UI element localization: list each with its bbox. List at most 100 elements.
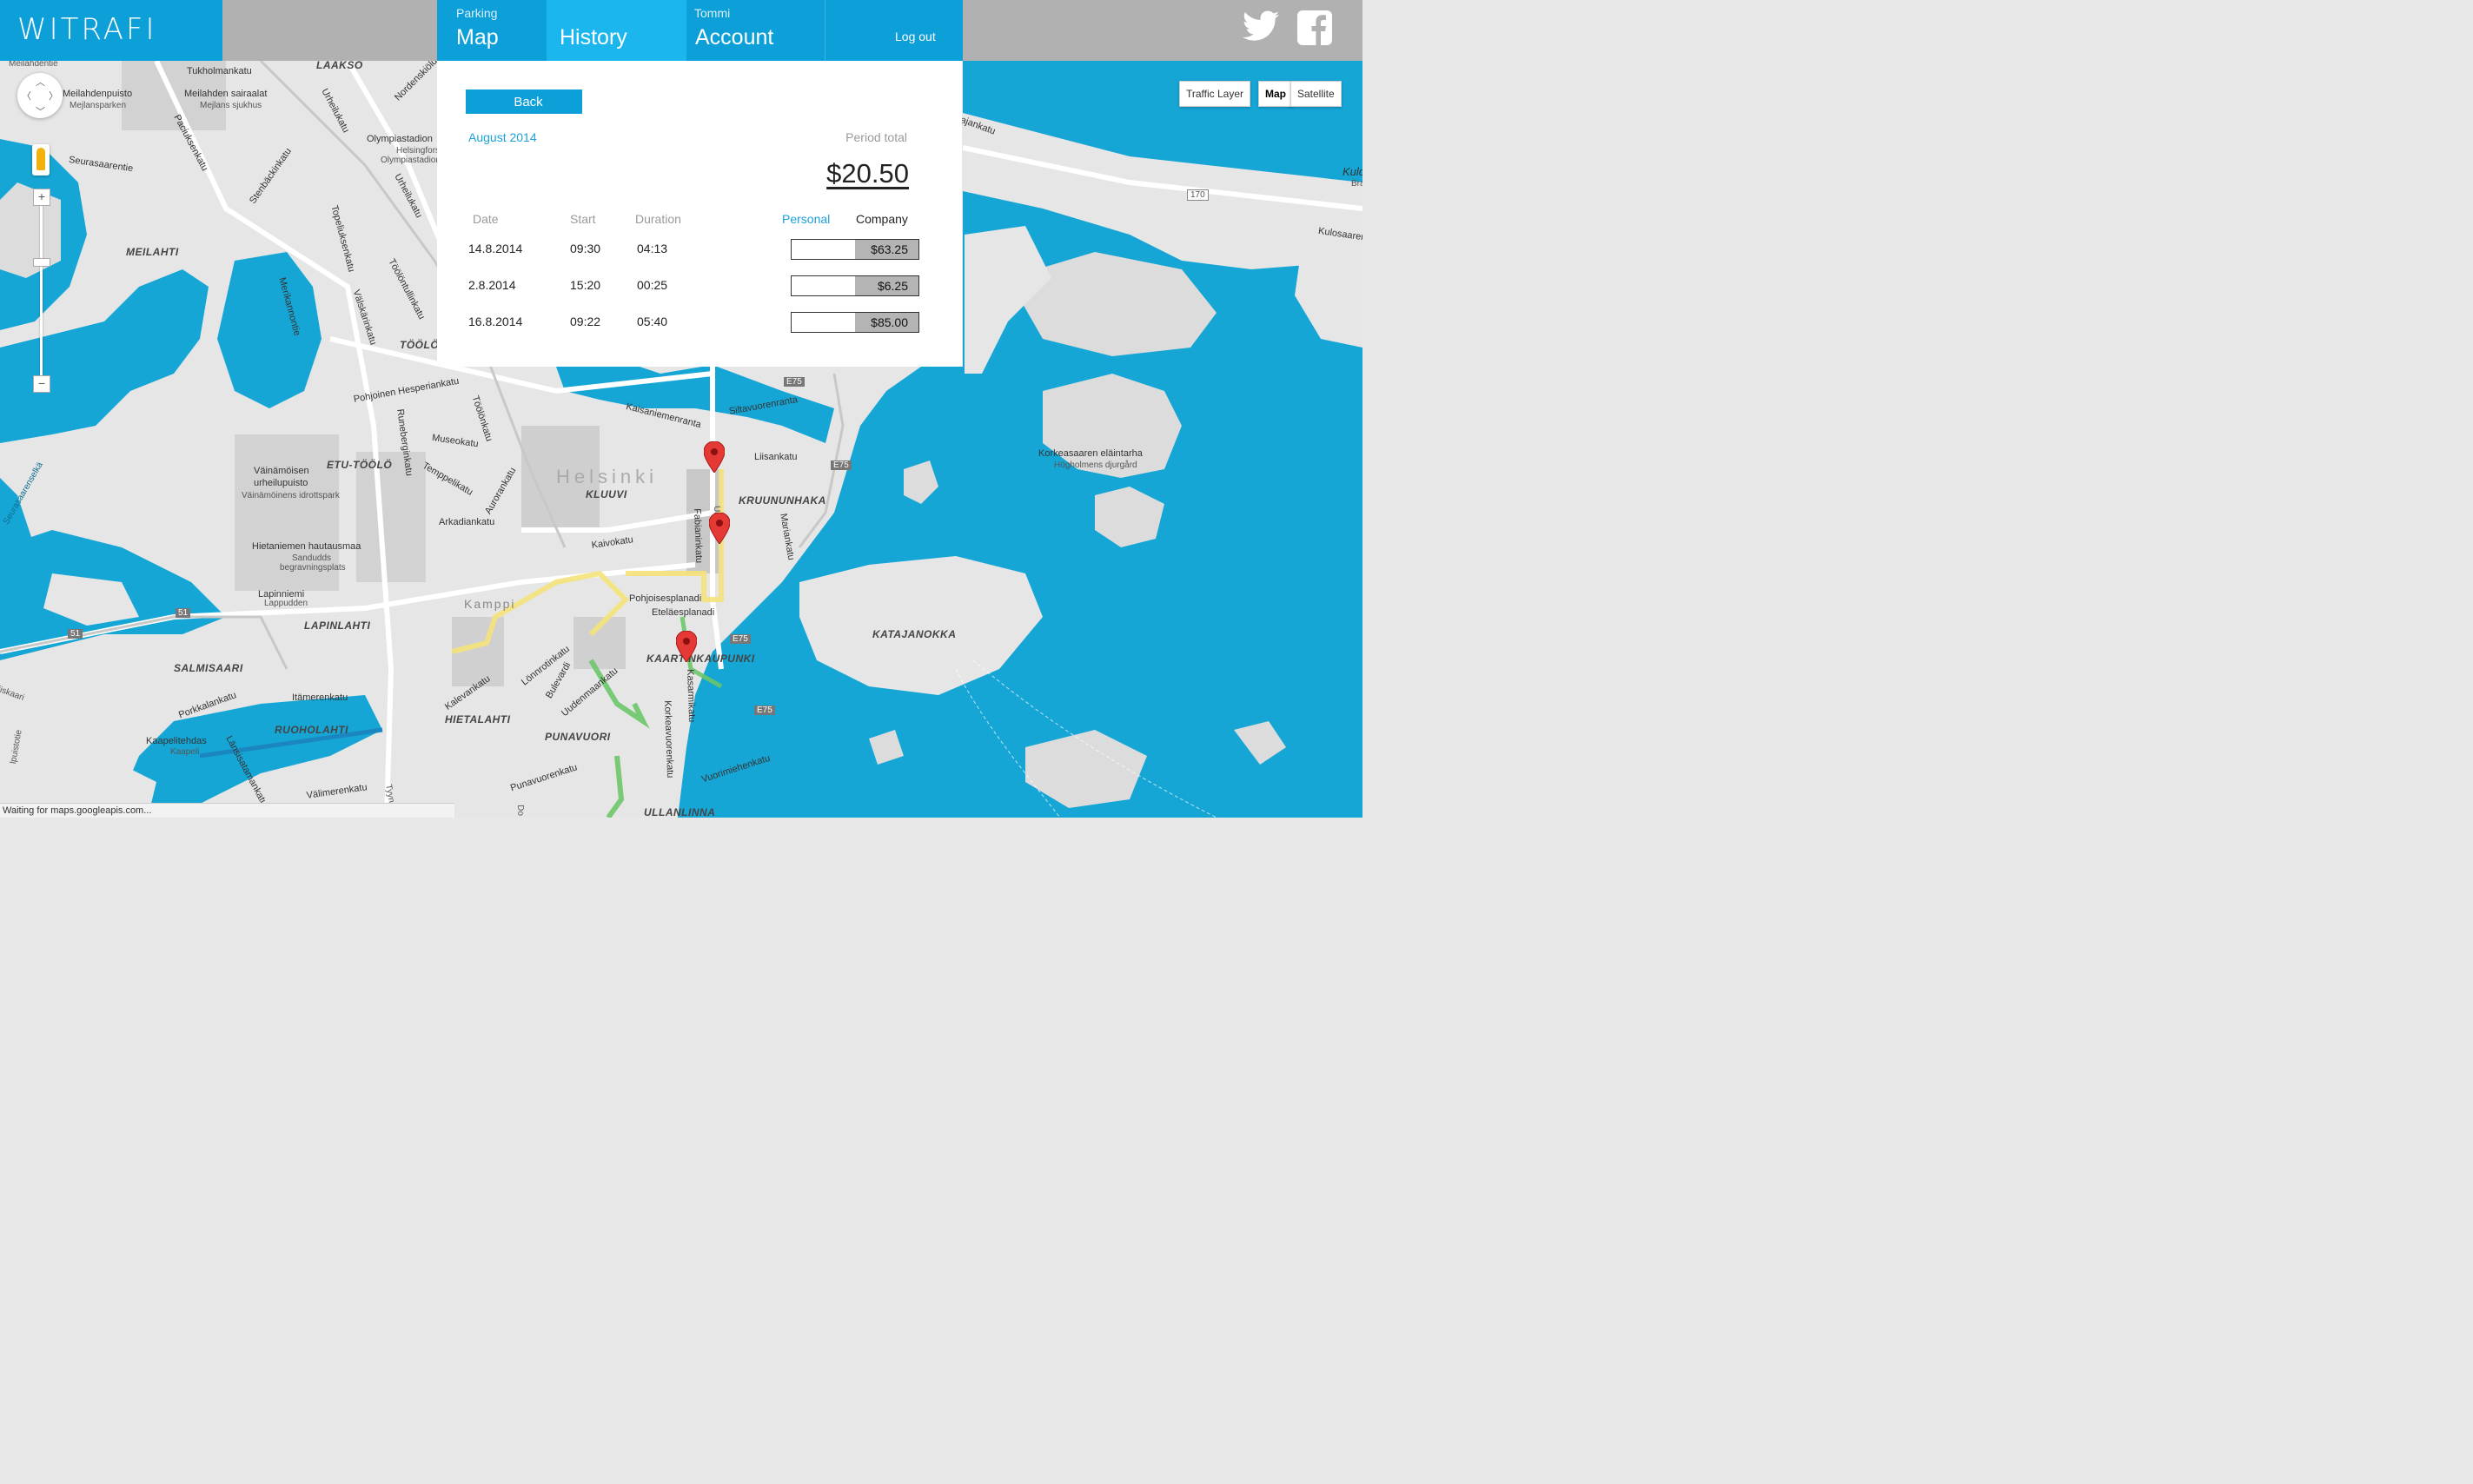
- column-header-company[interactable]: Company: [856, 212, 908, 226]
- nav-history-tab[interactable]: History: [547, 0, 686, 61]
- map-label: LAPINLAHTI: [304, 619, 371, 632]
- personal-company-toggle[interactable]: $85.00: [791, 312, 919, 333]
- map-label: KAARTINKAUPUNKI: [646, 653, 755, 665]
- row-start: 09:22: [570, 315, 601, 328]
- map-label: Kamppi: [464, 597, 516, 611]
- map-label: Lappudden: [264, 599, 308, 608]
- map-label: Bra: [1351, 179, 1362, 189]
- personal-company-toggle[interactable]: $63.25: [791, 239, 919, 260]
- map-label: 51: [68, 629, 83, 639]
- map-label: ULLANLINNA: [644, 806, 716, 818]
- status-bar: Waiting for maps.googleapis.com...: [0, 803, 454, 818]
- logout-label: Log out: [895, 30, 936, 43]
- map-label: Kasarmikatu: [685, 669, 698, 723]
- row-start: 09:30: [570, 242, 601, 255]
- street-view-pegman-icon[interactable]: [32, 144, 50, 176]
- nav-account-label: Account: [695, 25, 774, 50]
- column-header-start: Start: [570, 212, 596, 226]
- column-header-date: Date: [473, 212, 499, 226]
- map-marker-icon[interactable]: [676, 631, 697, 662]
- map-label: ETU-TÖÖLÖ: [327, 459, 393, 471]
- twitter-icon[interactable]: [1243, 10, 1279, 42]
- map-label: 170: [1187, 189, 1209, 201]
- map-label: Väinämöinens idrottspark: [242, 491, 340, 500]
- map-label: Do: [515, 805, 526, 817]
- map-marker-icon[interactable]: [704, 441, 725, 473]
- map-label: Fabianinkatu: [692, 508, 705, 564]
- map-label: HIETALAHTI: [445, 713, 511, 725]
- row-date: 14.8.2014: [468, 242, 523, 255]
- map-label: Väinämöisen: [254, 466, 309, 476]
- map-label: Arkadiankatu: [439, 517, 495, 527]
- map-label: KRUUNUNHAKA: [739, 494, 826, 507]
- map-label: E75: [730, 634, 751, 644]
- map-label: 51: [176, 608, 191, 618]
- map-label: Mejlans sjukhus: [200, 101, 262, 110]
- pan-right-icon[interactable]: 〉: [49, 89, 58, 103]
- map-label: Meilahdentie: [9, 61, 58, 69]
- map-marker-icon[interactable]: [709, 513, 730, 544]
- period-total-label: Period total: [845, 130, 907, 144]
- map-label: Helsingfors: [396, 146, 441, 156]
- row-date: 2.8.2014: [468, 278, 516, 292]
- row-amount: $85.00: [855, 313, 918, 332]
- map-label: KLUUVI: [586, 488, 627, 500]
- column-header-personal[interactable]: Personal: [782, 212, 830, 226]
- map-label: E75: [754, 706, 775, 715]
- facebook-icon[interactable]: [1297, 10, 1332, 45]
- logo[interactable]: WITRAFI: [0, 0, 222, 61]
- pan-down-icon[interactable]: ﹀: [36, 104, 45, 118]
- map-label: Mejlansparken: [70, 101, 127, 110]
- zoom-slider-handle[interactable]: [33, 258, 50, 267]
- map-label: Pohjoisesplanadi: [629, 593, 702, 604]
- map-label: LAAKSO: [316, 61, 363, 71]
- row-amount: $63.25: [855, 240, 918, 259]
- map-label: SALMISAARI: [174, 662, 243, 674]
- logout-button[interactable]: Log out: [825, 0, 963, 61]
- nav-account-tab[interactable]: Tommi Account: [686, 0, 825, 61]
- pan-left-icon[interactable]: 〈: [22, 89, 31, 103]
- map-label: E75: [831, 460, 852, 470]
- personal-company-toggle[interactable]: $6.25: [791, 275, 919, 296]
- zoom-in-button[interactable]: +: [33, 189, 50, 206]
- table-row: 14.8.2014 09:30 04:13 $63.25: [437, 237, 962, 262]
- nav-account-sublabel: Tommi: [694, 6, 731, 20]
- map-label: KATAJANOKKA: [872, 628, 957, 640]
- map-label: Sandudds: [292, 553, 332, 563]
- row-start: 15:20: [570, 278, 601, 292]
- row-date: 16.8.2014: [468, 315, 523, 328]
- history-panel: Back August 2014 Period total $20.50 Dat…: [437, 61, 962, 367]
- nav-history-label: History: [560, 25, 627, 50]
- map-label: RUOHOLAHTI: [275, 724, 348, 736]
- nav-map-sublabel: Parking: [456, 6, 498, 20]
- zoom-out-button[interactable]: −: [33, 375, 50, 393]
- map-label: PUNAVUORI: [545, 731, 611, 743]
- map-label: Olympiastadion: [381, 156, 441, 165]
- back-button[interactable]: Back: [466, 89, 582, 114]
- row-duration: 04:13: [637, 242, 668, 255]
- row-amount: $6.25: [855, 276, 918, 295]
- period-total-value: $20.50: [826, 158, 909, 189]
- table-row: 2.8.2014 15:20 00:25 $6.25: [437, 274, 962, 298]
- period-selector[interactable]: August 2014: [468, 130, 537, 144]
- nav-map-tab[interactable]: Parking Map: [437, 0, 547, 61]
- map-label: urheilupuisto: [254, 478, 308, 488]
- map-label: Hietaniemen hautausmaa: [252, 541, 361, 552]
- map-label: Itämerenkatu: [292, 692, 348, 703]
- map-label: Kaapeli: [170, 747, 200, 757]
- pan-control[interactable]: ︿ ﹀ 〈 〉: [17, 73, 63, 118]
- nav-map-label: Map: [456, 25, 499, 50]
- map-type-map-button[interactable]: Map: [1258, 81, 1293, 107]
- map-label: Kulo: [1343, 165, 1362, 178]
- map-type-satellite-button[interactable]: Satellite: [1290, 81, 1342, 107]
- logo-text: WITRAFI: [17, 12, 157, 47]
- table-row: 16.8.2014 09:22 05:40 $85.00: [437, 310, 962, 335]
- zoom-slider-track[interactable]: [40, 196, 43, 388]
- map-label: Tukholmankatu: [187, 66, 252, 76]
- map-label: Liisankatu: [754, 452, 798, 462]
- map-label: Meilahdenpuisto: [63, 89, 133, 99]
- pan-up-icon[interactable]: ︿: [36, 75, 45, 89]
- map-label: Meilahden sairaalat: [184, 89, 268, 99]
- traffic-layer-button[interactable]: Traffic Layer: [1179, 81, 1251, 107]
- map-label: Högholmens djurgård: [1054, 460, 1137, 470]
